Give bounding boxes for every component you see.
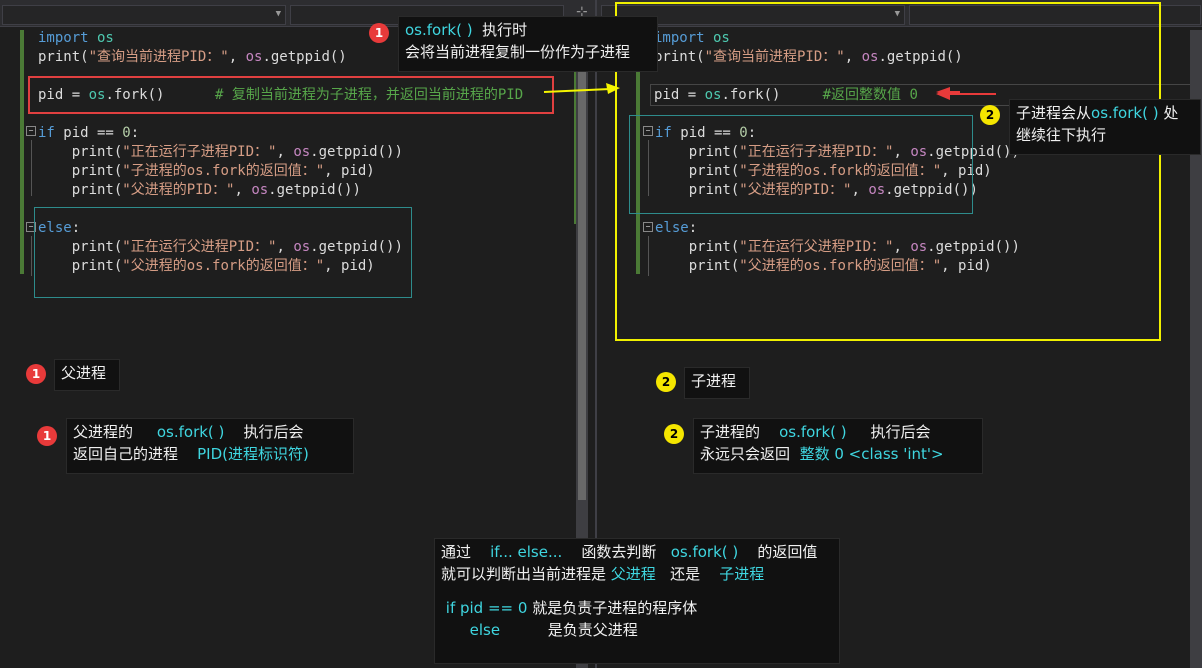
- badge-two: 2: [664, 424, 684, 444]
- fork-copy-line2: 会将当前进程复制一份作为子进程: [405, 43, 631, 61]
- left-scope-dropdown[interactable]: ▼: [2, 5, 286, 25]
- copy-arrow-head: [606, 83, 620, 94]
- fork-copy-note: os.fork( ) 执行时 会将当前进程复制一份作为子进程: [398, 16, 658, 72]
- left-scroll-thumb[interactable]: [578, 40, 586, 500]
- left-line-5: print("正在运行子进程PID：", os.getppid()): [38, 144, 403, 160]
- parent-return-line2: 返回自己的进程 PID(进程标识符): [73, 445, 309, 463]
- left-line-7: print("父进程的PID：", os.getppid()): [38, 182, 361, 198]
- chevron-down-icon: ▼: [275, 9, 281, 19]
- badge-two: 2: [656, 372, 676, 392]
- badge-one: 1: [37, 426, 57, 446]
- child-continue-line2: 继续往下执行: [1016, 126, 1107, 144]
- fork-copy-line1: os.fork( ) 执行时: [405, 21, 528, 39]
- explain-line4: else 是负责父进程: [469, 621, 638, 639]
- badge-one: 1: [369, 23, 389, 43]
- return-arrow-svg: [936, 88, 996, 100]
- child-return-line2: 永远只会返回 整数 0 <class 'int'>: [700, 445, 944, 463]
- child-continue-line1: 子进程会从os.fork( ) 处: [1016, 104, 1179, 122]
- if-else-explanation-note: 通过 if... else... 函数去判断 os.fork( ) 的返回值 就…: [434, 538, 840, 664]
- explain-line2: 就可以判断出当前进程是 父进程 还是 子进程: [441, 565, 765, 583]
- child-process-label: 子进程: [684, 367, 750, 399]
- copy-arrow: [543, 88, 611, 93]
- indent-guide: [31, 236, 32, 276]
- child-continue-note: 子进程会从os.fork( ) 处 继续往下执行: [1009, 99, 1201, 155]
- left-line-2: print("查询当前进程PID：", os.getppid(): [38, 49, 347, 65]
- left-line-1: import os: [38, 30, 114, 46]
- fork-line-highlight: [28, 76, 554, 114]
- arrow-graphics: [543, 83, 960, 97]
- indent-guide: [31, 140, 32, 196]
- badge-one: 1: [26, 364, 46, 384]
- parent-process-label: 父进程: [54, 359, 120, 391]
- child-return-note: 子进程的 os.fork( ) 执行后会 永远只会返回 整数 0 <class …: [693, 418, 983, 474]
- parent-return-line1: 父进程的 os.fork( ) 执行后会: [73, 423, 304, 441]
- child-return-line1: 子进程的 os.fork( ) 执行后会: [700, 423, 931, 441]
- else-block-highlight: [34, 207, 412, 298]
- parent-return-note: 父进程的 os.fork( ) 执行后会 返回自己的进程 PID(进程标识符): [66, 418, 354, 474]
- left-line-4: if pid == 0:: [38, 125, 140, 141]
- collapse-icon[interactable]: −: [26, 126, 36, 136]
- badge-two: 2: [980, 105, 1000, 125]
- return-arrow-tip: [936, 88, 950, 100]
- left-line-6: print("子进程的os.fork的返回值：", pid): [38, 163, 375, 179]
- left-change-bar: [20, 30, 24, 274]
- explain-line3: if pid == 0 就是负责子进程的程序体: [445, 599, 698, 617]
- explain-line1: 通过 if... else... 函数去判断 os.fork( ) 的返回值: [441, 543, 818, 561]
- child-process-highlight: [615, 2, 1161, 341]
